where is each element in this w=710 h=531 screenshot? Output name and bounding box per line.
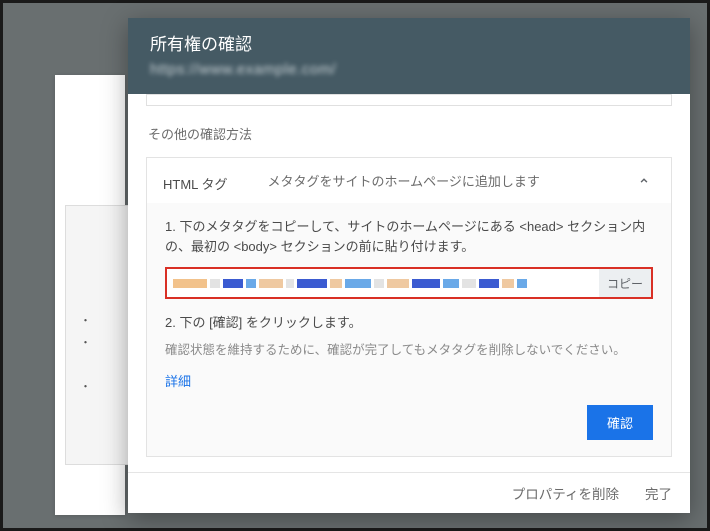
verify-row: 確認 — [165, 391, 653, 440]
done-button[interactable]: 完了 — [645, 483, 672, 503]
meta-tag-code[interactable] — [167, 269, 599, 297]
verify-button[interactable]: 確認 — [587, 405, 653, 440]
method-description: メタタグをサイトのホームページに追加します — [268, 172, 593, 192]
copy-button[interactable]: コピー — [599, 269, 651, 297]
expand-collapse-icon[interactable] — [633, 172, 655, 193]
dialog-header: 所有権の確認 https://www.example.com/ — [128, 18, 690, 94]
collapsed-previous-panel — [146, 94, 672, 106]
step2-text: 2. 下の [確認] をクリックします。 — [165, 313, 653, 333]
step1-text: 1. 下のメタタグをコピーして、サイトのホームページにある <head> セクシ… — [165, 217, 653, 257]
remove-property-button[interactable]: プロパティを削除 — [512, 483, 619, 503]
method-body: 1. 下のメタタグをコピーして、サイトのホームページにある <head> セクシ… — [147, 203, 671, 456]
method-header-row[interactable]: HTML タグ メタタグをサイトのホームページに追加します — [147, 158, 671, 203]
dialog-property-url: https://www.example.com/ — [150, 61, 668, 78]
dialog-body-scroll[interactable]: その他の確認方法 HTML タグ メタタグをサイトのホームページに追加します 1… — [128, 94, 690, 472]
background-bullets: ・・・ — [80, 310, 91, 398]
dialog-title: 所有権の確認 — [150, 30, 668, 55]
ownership-verify-dialog: 所有権の確認 https://www.example.com/ その他の確認方法… — [128, 18, 690, 513]
other-methods-heading: その他の確認方法 — [148, 124, 672, 143]
meta-tag-row: コピー — [165, 267, 653, 299]
method-name: HTML タグ — [163, 172, 228, 193]
background-subpanel — [65, 205, 135, 465]
dialog-footer: プロパティを削除 完了 — [128, 472, 690, 513]
html-tag-method-card: HTML タグ メタタグをサイトのホームページに追加します 1. 下のメタタグを… — [146, 157, 672, 457]
retain-tag-note: 確認状態を維持するために、確認が完了してもメタタグを削除しないでください。 — [165, 341, 653, 360]
details-link[interactable]: 詳細 — [165, 371, 191, 390]
